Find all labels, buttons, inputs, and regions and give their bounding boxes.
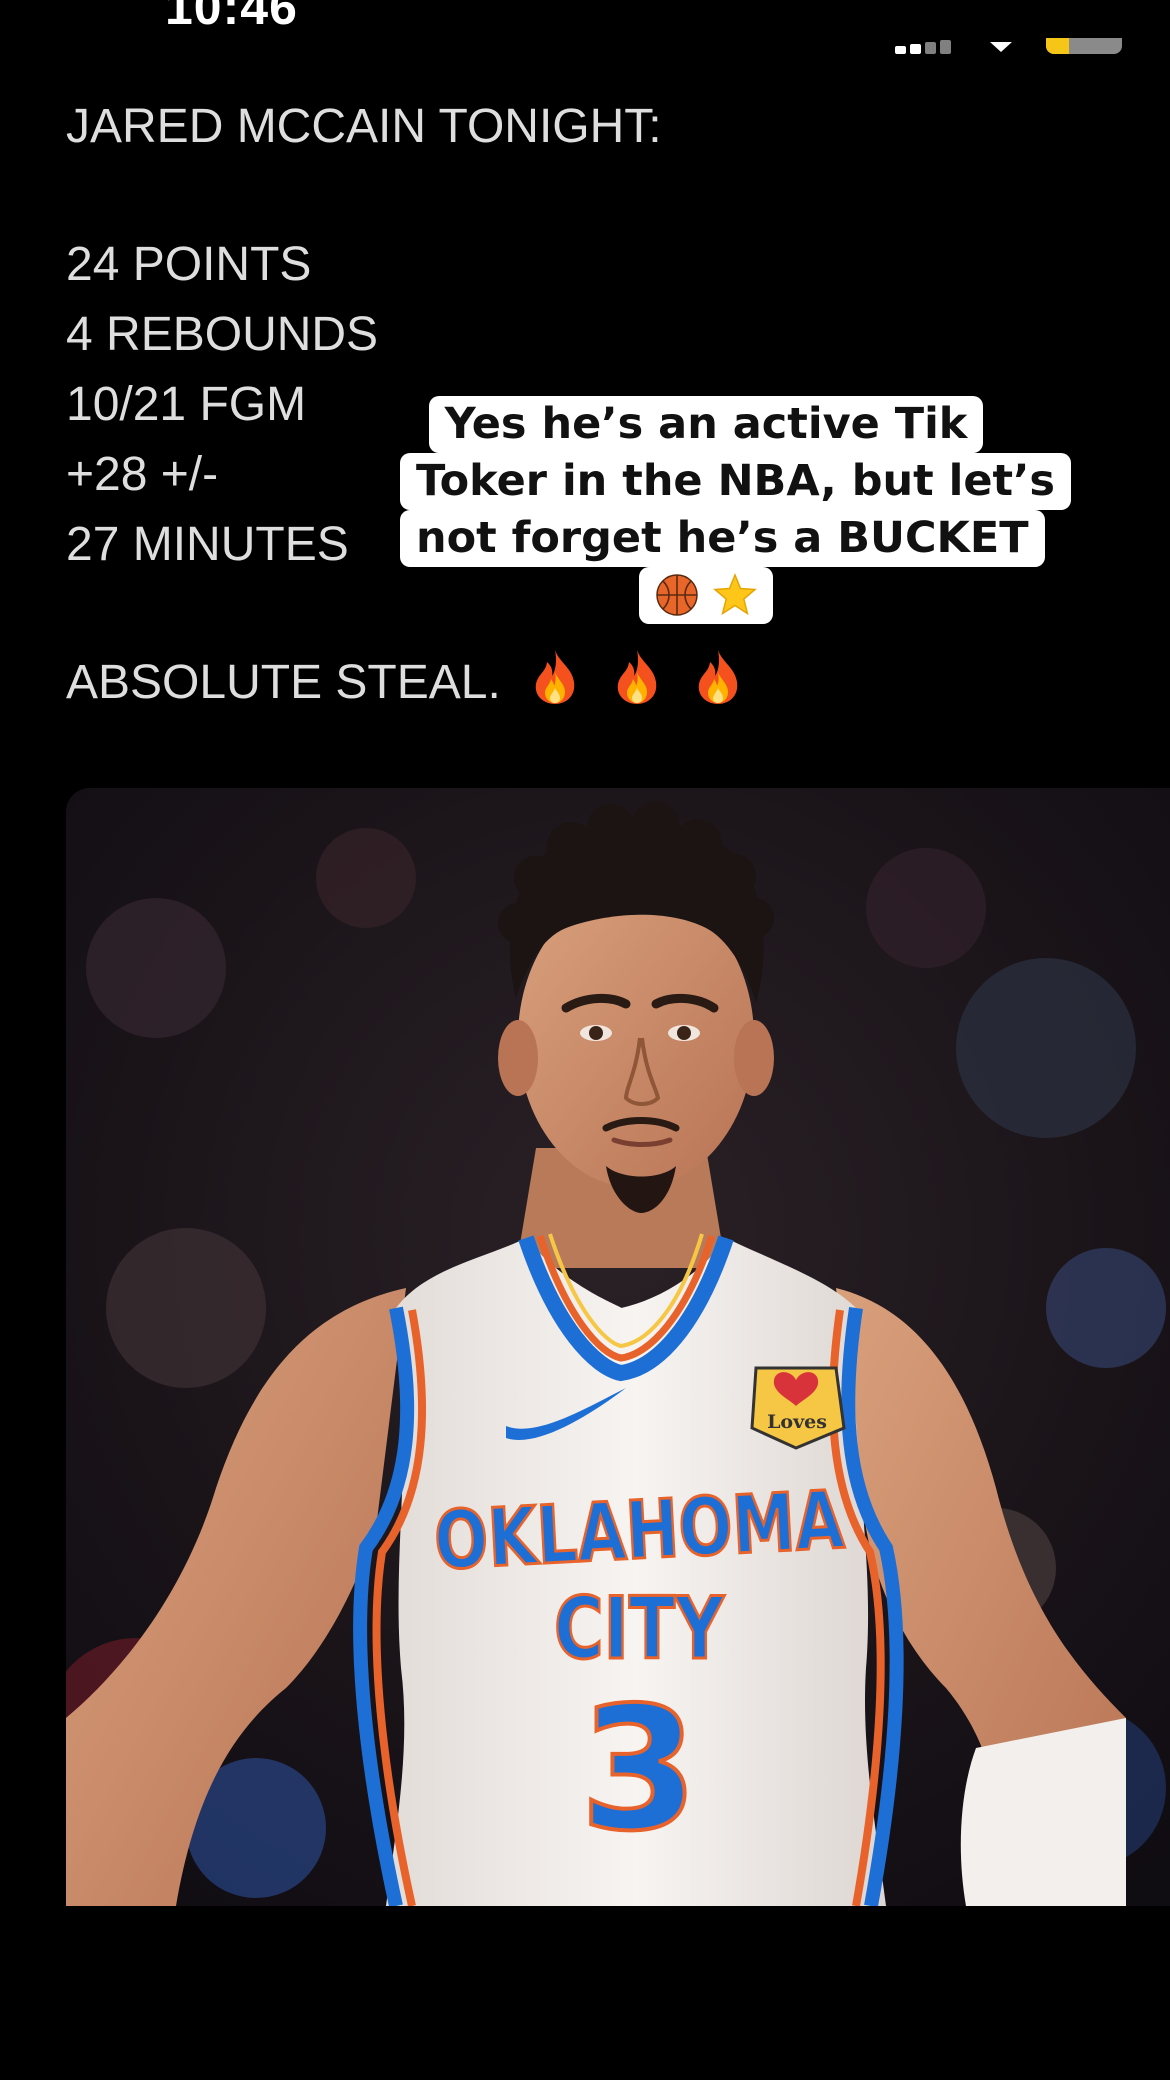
- caption-line: Toker in the NBA, but let’s: [400, 453, 1072, 510]
- player-photo: Loves OKLAHOMA CITY 3: [66, 788, 1170, 1906]
- star-icon: [713, 573, 758, 616]
- closing-line: ABSOLUTE STEAL.: [66, 648, 1116, 718]
- jersey-number: 3: [580, 1671, 698, 1869]
- sponsor-text: Loves: [767, 1411, 827, 1433]
- cellular-signal-icon: [895, 40, 955, 54]
- wifi-icon: [990, 42, 1012, 52]
- fire-icon: [617, 650, 656, 704]
- stat-line: 4 REBOUNDS: [66, 308, 379, 361]
- battery-icon: [1046, 38, 1122, 54]
- stat-line: 24 POINTS: [66, 238, 312, 291]
- post-title: JARED MCCAIN TONIGHT:: [66, 100, 662, 153]
- caption-overlay: Yes he’s an active Tik Toker in the NBA,…: [400, 396, 1072, 624]
- jersey-text-bottom: CITY: [554, 1579, 725, 1679]
- status-bar: 10:46: [0, 0, 1170, 60]
- fire-icon: [698, 650, 738, 704]
- closing-text: ABSOLUTE STEAL.: [66, 656, 501, 709]
- basketball-icon: [655, 574, 698, 616]
- caption-line: Yes he’s an active Tik: [428, 396, 984, 453]
- caption-line: not forget he’s a BUCKET: [400, 510, 1045, 567]
- player-illustration: Loves OKLAHOMA CITY 3: [66, 788, 1170, 1906]
- fire-icon: [535, 650, 575, 704]
- caption-emoji-line: [638, 567, 774, 624]
- status-time: 10:46: [165, 0, 298, 35]
